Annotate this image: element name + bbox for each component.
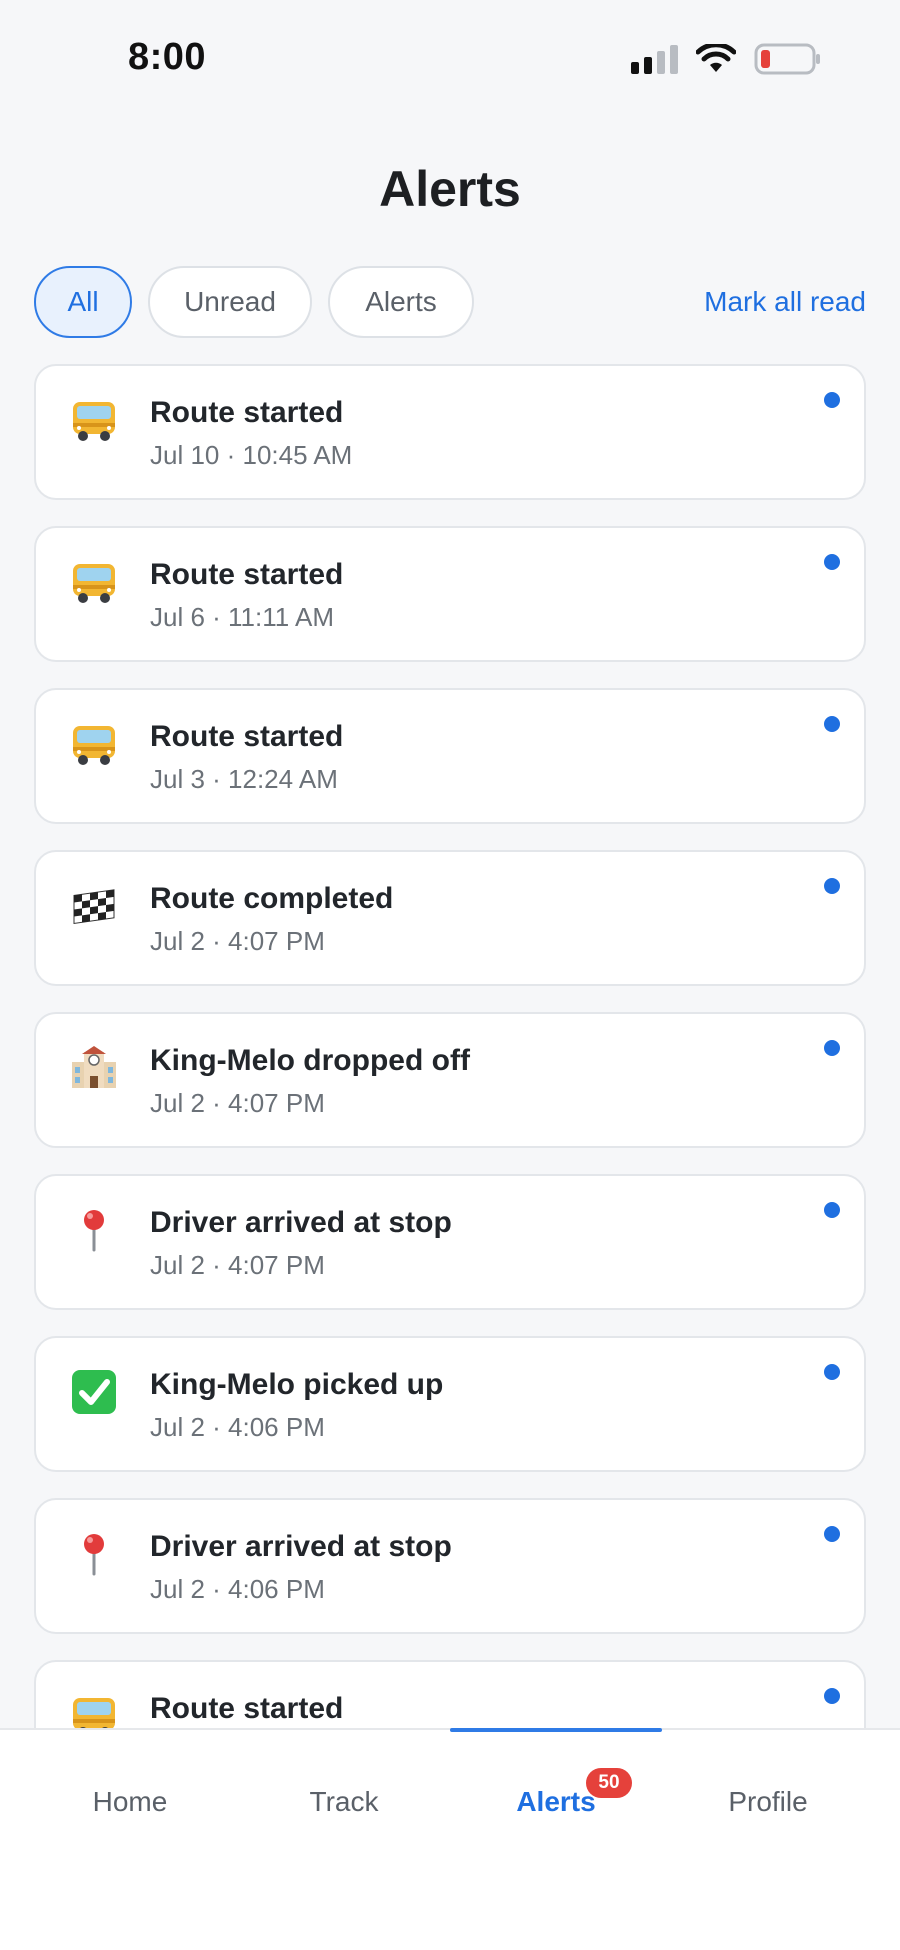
nav-profile[interactable]: Profile: [662, 1786, 874, 1818]
filter-chip-alerts[interactable]: Alerts: [328, 266, 474, 338]
alert-card[interactable]: Route started: [34, 1660, 866, 1730]
alert-title: Route started: [150, 396, 344, 429]
unread-dot: [824, 1526, 840, 1542]
status-bar: 8:00: [0, 0, 900, 120]
unread-dot: [824, 878, 840, 894]
filter-bar: All Unread Alerts Mark all read: [34, 266, 866, 338]
unread-dot: [824, 1040, 840, 1056]
alert-title: Route started: [150, 558, 344, 591]
alert-card[interactable]: Route completed Jul 2 · 4:07 PM: [34, 850, 866, 986]
checkered-flag-icon: [73, 889, 115, 925]
nav-home[interactable]: Home: [24, 1786, 236, 1818]
unread-dot: [824, 1202, 840, 1218]
alert-card[interactable]: Route started Jul 6 · 11:11 AM: [34, 526, 866, 662]
alert-card[interactable]: Route started Jul 10 · 10:45 AM: [34, 364, 866, 500]
active-tab-indicator: [450, 1728, 662, 1732]
alert-card[interactable]: Driver arrived at stop Jul 2 · 4:07 PM: [34, 1174, 866, 1310]
alerts-list: Route started Jul 10 · 10:45 AM Route st…: [34, 364, 866, 1730]
alert-title: Driver arrived at stop: [150, 1206, 452, 1239]
bus-icon: [73, 564, 115, 603]
alert-title: Route started: [150, 1692, 344, 1725]
nav-alerts-label: Alerts: [516, 1786, 596, 1817]
nav-alerts[interactable]: Alerts 50: [450, 1768, 662, 1818]
alert-title: Route started: [150, 720, 344, 753]
alert-card[interactable]: King-Melo picked up Jul 2 · 4:06 PM: [34, 1336, 866, 1472]
unread-dot: [824, 1688, 840, 1704]
bus-icon: [73, 1698, 115, 1730]
alert-time: Jul 10 · 10:45 AM: [150, 440, 353, 470]
alerts-count-badge: 50: [586, 1768, 632, 1798]
pin-icon: [84, 1210, 104, 1252]
filter-chip-unread[interactable]: Unread: [148, 266, 312, 338]
battery-low-icon: [754, 42, 822, 76]
alert-card[interactable]: Route started Jul 3 · 12:24 AM: [34, 688, 866, 824]
alert-card[interactable]: King-Melo dropped off Jul 2 · 4:07 PM: [34, 1012, 866, 1148]
alert-time: Jul 2 · 4:07 PM: [150, 1250, 325, 1280]
unread-dot: [824, 392, 840, 408]
bottom-nav: Home Track Alerts 50 Profile: [0, 1728, 900, 1950]
wifi-icon: [696, 44, 736, 74]
unread-dot: [824, 554, 840, 570]
alerts-screen: 8:00 Alerts All Unread Alerts Mark all r…: [0, 0, 900, 1950]
alert-time: Jul 6 · 11:11 AM: [150, 602, 335, 632]
nav-track[interactable]: Track: [238, 1786, 450, 1818]
alert-time: Jul 2 · 4:07 PM: [150, 1088, 325, 1118]
alert-time: Jul 3 · 12:24 AM: [150, 764, 338, 794]
alert-title: Driver arrived at stop: [150, 1530, 452, 1563]
alert-time: Jul 2 · 4:07 PM: [150, 926, 325, 956]
unread-dot: [824, 1364, 840, 1380]
pin-icon: [84, 1534, 104, 1576]
alert-title: King-Melo dropped off: [150, 1044, 470, 1077]
alert-title: King-Melo picked up: [150, 1368, 444, 1401]
filter-chip-all[interactable]: All: [34, 266, 132, 338]
check-mark-icon: [72, 1370, 116, 1414]
school-icon: [72, 1046, 116, 1088]
bus-icon: [73, 726, 115, 765]
status-icons: [631, 42, 822, 76]
page-title: Alerts: [379, 161, 521, 217]
bus-icon: [73, 402, 115, 441]
signal-bars-icon: [631, 44, 678, 74]
unread-dot: [824, 716, 840, 732]
alert-title: Route completed: [150, 882, 394, 915]
mark-all-read-button[interactable]: Mark all read: [704, 286, 866, 318]
alert-card[interactable]: Driver arrived at stop Jul 2 · 4:06 PM: [34, 1498, 866, 1634]
alert-time: Jul 2 · 4:06 PM: [150, 1412, 325, 1442]
alert-time: Jul 2 · 4:06 PM: [150, 1574, 325, 1604]
status-time: 8:00: [128, 36, 207, 78]
